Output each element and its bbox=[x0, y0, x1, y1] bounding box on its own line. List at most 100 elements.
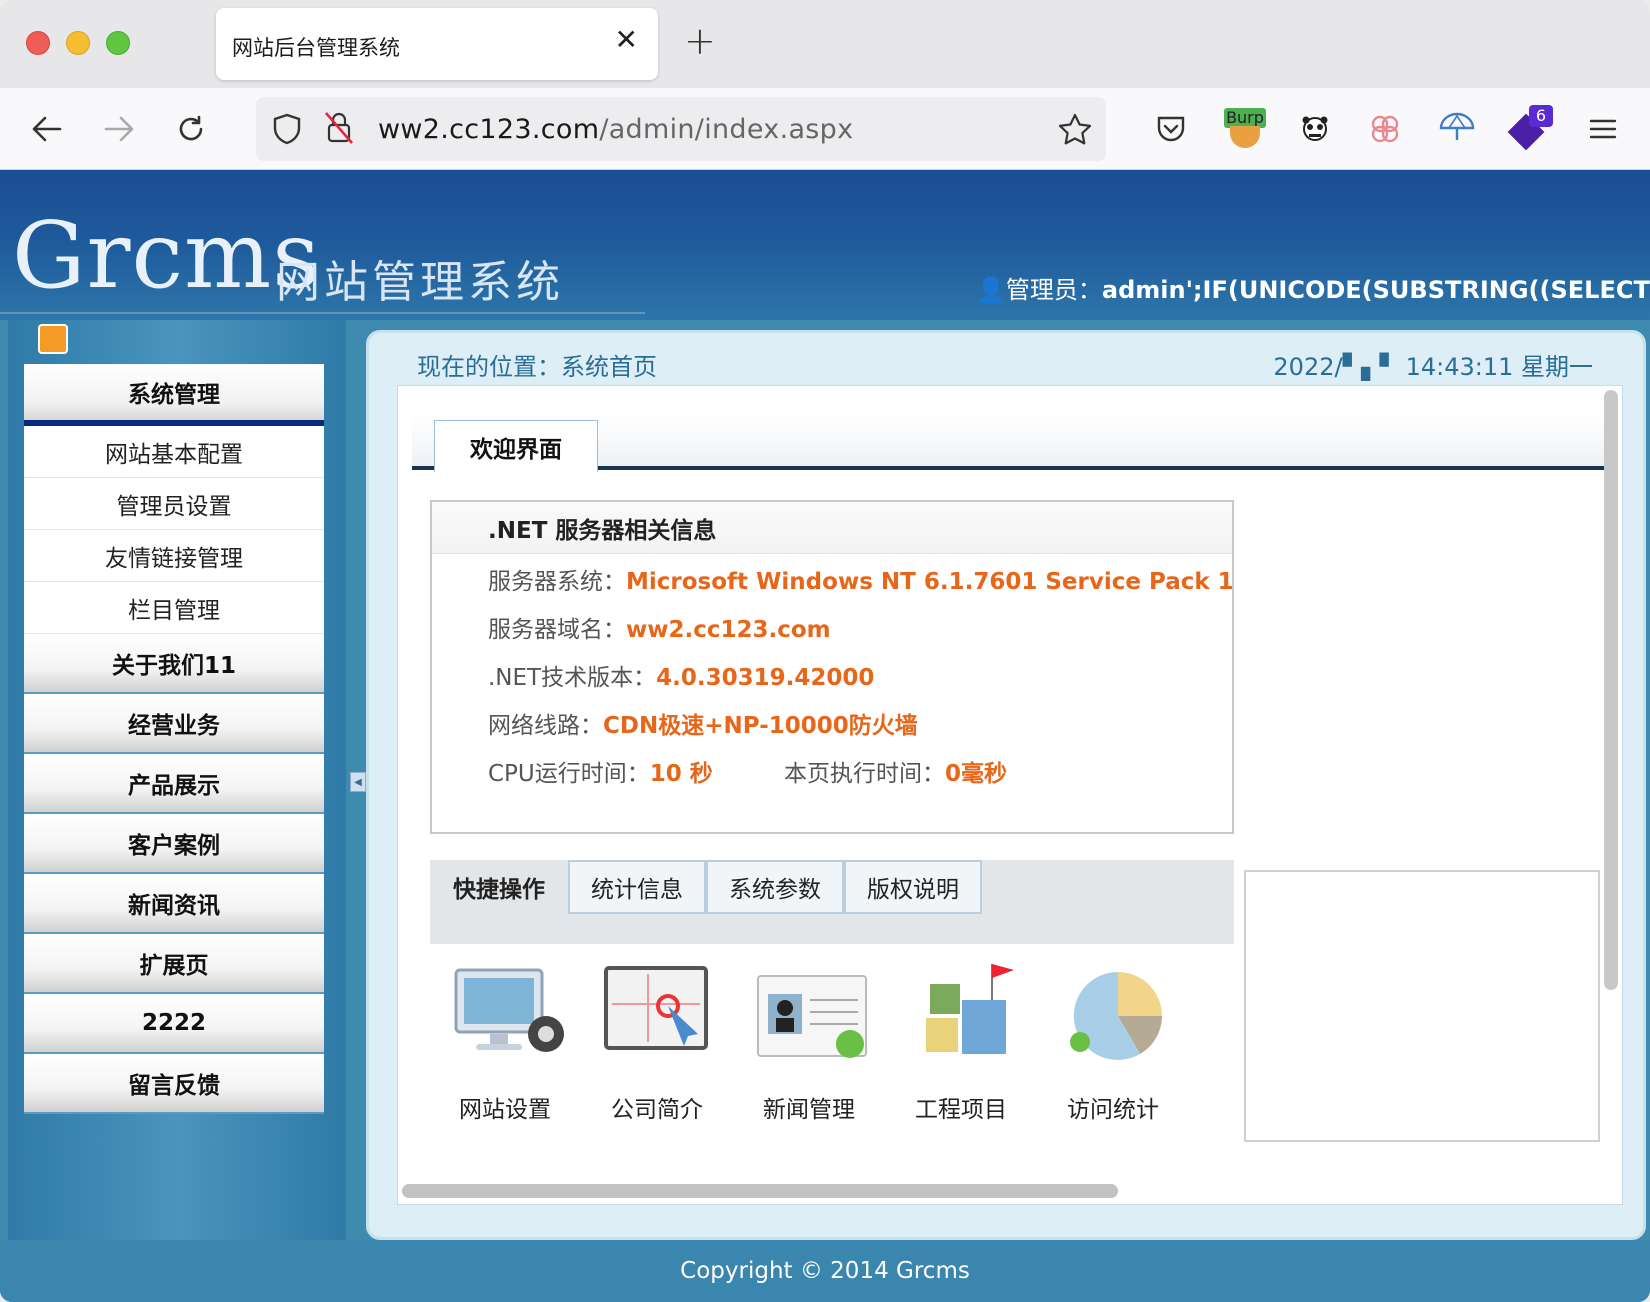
collapse-sidebar-icon[interactable]: ◀ bbox=[350, 772, 366, 792]
breadcrumb: 现在的位置：系统首页 bbox=[417, 353, 657, 381]
menu-item-news[interactable]: 新闻资讯 bbox=[24, 874, 324, 934]
quick-site-settings[interactable]: 网站设置 bbox=[430, 944, 580, 1154]
burp-label: Burp bbox=[1224, 108, 1266, 128]
quick-company-intro-label: 公司简介 bbox=[611, 1097, 703, 1123]
maximize-window-button[interactable] bbox=[106, 31, 130, 55]
back-arrow-icon bbox=[32, 116, 62, 142]
burp-icon-body bbox=[1230, 126, 1260, 148]
quick-visit-stats[interactable]: 访问统计 bbox=[1038, 944, 1188, 1154]
menu-subitem-columns[interactable]: 栏目管理 bbox=[24, 582, 324, 634]
menu-item-cases[interactable]: 客户案例 bbox=[24, 814, 324, 874]
sidebar-menu: 系统管理 网站基本配置 管理员设置 友情链接管理 栏目管理 关于我们11 经营业… bbox=[24, 364, 324, 1114]
quick-news-manage[interactable]: 新闻管理 bbox=[734, 944, 884, 1154]
pie-chart-icon bbox=[1070, 971, 1162, 1060]
menu-item-feedback[interactable]: 留言反馈 bbox=[24, 1054, 324, 1114]
main-panel: 现在的位置：系统首页 2022/▘▖▘ 14:43:11 星期一 欢迎界面 .N… bbox=[366, 330, 1646, 1240]
line-value: CDN极速+NP-10000防火墙 bbox=[603, 713, 918, 739]
side-info-box bbox=[1244, 870, 1600, 1142]
menu-item-business[interactable]: 经营业务 bbox=[24, 694, 324, 754]
net-label: .NET技术版本： bbox=[488, 665, 657, 691]
exec-value: 0毫秒 bbox=[945, 761, 1008, 787]
extension-badge: 6 bbox=[1529, 105, 1553, 127]
diamond-icon: 6 bbox=[1507, 105, 1553, 151]
new-tab-button[interactable]: + bbox=[684, 22, 716, 60]
contact-card-icon bbox=[757, 975, 867, 1058]
horizontal-scrollbar[interactable] bbox=[402, 1184, 1118, 1198]
menu-item-extension[interactable]: 扩展页 bbox=[24, 934, 324, 994]
tab-quick-ops[interactable]: 快捷操作 bbox=[430, 860, 568, 914]
umbrella-icon bbox=[1439, 112, 1475, 140]
quick-company-intro[interactable]: 公司简介 bbox=[582, 944, 732, 1154]
address-bar[interactable]: ww2.cc123.com/admin/index.aspx bbox=[256, 97, 1106, 161]
window-cursor-icon bbox=[604, 966, 708, 1050]
flower-extension-button[interactable] bbox=[1362, 106, 1408, 152]
exec-label: 本页执行时间： bbox=[784, 761, 945, 787]
insecure-lock-icon[interactable] bbox=[324, 111, 354, 145]
vertical-scrollbar[interactable] bbox=[1604, 390, 1618, 990]
server-info-title: .NET 服务器相关信息 bbox=[432, 502, 1232, 554]
sidebar: 系统管理 网站基本配置 管理员设置 友情链接管理 栏目管理 关于我们11 经营业… bbox=[8, 320, 346, 1240]
burp-icon: Burp bbox=[1224, 108, 1266, 150]
logo-subtitle: 网站管理系统 bbox=[276, 257, 564, 308]
admin-label: 管理员： bbox=[1005, 276, 1102, 304]
vpn-extension-button[interactable] bbox=[1434, 106, 1480, 152]
menu-item-products[interactable]: 产品展示 bbox=[24, 754, 324, 814]
cpu-value: 10 秒 bbox=[649, 761, 713, 787]
cpu-label: CPU运行时间： bbox=[488, 761, 650, 787]
info-row-cpu: CPU运行时间：10 秒 bbox=[488, 754, 713, 788]
quick-tabs: 快捷操作 统计信息 系统参数 版权说明 bbox=[430, 860, 1234, 944]
tab-system-params[interactable]: 系统参数 bbox=[706, 860, 844, 914]
abc-blocks-icon bbox=[926, 964, 1014, 1054]
back-button[interactable] bbox=[24, 106, 70, 152]
quick-visit-stats-label: 访问统计 bbox=[1067, 1097, 1159, 1123]
quick-icons: 网站设置 公司简介 新闻管理 工程项目 访问统计 bbox=[430, 944, 1234, 1154]
domain-value: ww2.cc123.com bbox=[626, 617, 831, 643]
quick-projects-label: 工程项目 bbox=[915, 1097, 1007, 1123]
os-value: Microsoft Windows NT 6.1.7601 Service Pa… bbox=[626, 569, 1234, 595]
menu-item-2222[interactable]: 2222 bbox=[24, 994, 324, 1054]
burp-extension-button[interactable]: Burp bbox=[1222, 106, 1268, 152]
panda-icon bbox=[1302, 116, 1328, 141]
tab-statistics[interactable]: 统计信息 bbox=[568, 860, 706, 914]
quick-site-settings-label: 网站设置 bbox=[459, 1097, 551, 1123]
pocket-button[interactable] bbox=[1148, 106, 1194, 152]
menu-head-system[interactable]: 系统管理 bbox=[24, 364, 324, 426]
minimize-window-button[interactable] bbox=[66, 31, 90, 55]
info-row-exec-time: 本页执行时间：0毫秒 bbox=[784, 754, 1007, 788]
menu-button[interactable] bbox=[1580, 106, 1626, 152]
browser-tab[interactable]: 网站后台管理系统 ✕ bbox=[216, 8, 658, 80]
shield-icon[interactable] bbox=[272, 113, 302, 145]
rss-icon[interactable] bbox=[38, 324, 68, 354]
info-row-network: 网络线路：CDN极速+NP-10000防火墙 bbox=[488, 706, 918, 740]
forward-arrow-icon bbox=[104, 116, 134, 142]
menu-item-about[interactable]: 关于我们11 bbox=[24, 634, 324, 694]
forward-button[interactable] bbox=[96, 106, 142, 152]
site-header: Grcms 网站管理系统 👤管理员：admin';IF(UNICODE(SUBS… bbox=[0, 170, 1650, 320]
tab-bar: 网站后台管理系统 ✕ + bbox=[0, 0, 1650, 88]
pocket-icon bbox=[1157, 116, 1185, 142]
monitor-gear-icon bbox=[454, 968, 564, 1052]
menu-subitem-site-config[interactable]: 网站基本配置 bbox=[24, 426, 324, 478]
os-label: 服务器系统： bbox=[488, 569, 626, 595]
logo-divider bbox=[0, 312, 645, 314]
close-window-button[interactable] bbox=[26, 31, 50, 55]
close-tab-icon[interactable]: ✕ bbox=[615, 26, 638, 54]
browser-window: 网站后台管理系统 ✕ + ww2.cc123.com/admin/index.a… bbox=[0, 0, 1650, 1302]
url-host: ww2.cc123.com bbox=[378, 114, 600, 145]
tab-welcome[interactable]: 欢迎界面 bbox=[434, 420, 598, 472]
content-frame: 欢迎界面 .NET 服务器相关信息 服务器系统：Microsoft Window… bbox=[397, 385, 1623, 1205]
menu-subitem-admin-settings[interactable]: 管理员设置 bbox=[24, 478, 324, 530]
domain-label: 服务器域名： bbox=[488, 617, 626, 643]
tab-copyright[interactable]: 版权说明 bbox=[844, 860, 982, 914]
menu-subitem-links[interactable]: 友情链接管理 bbox=[24, 530, 324, 582]
current-datetime: 2022/▘▖▘ 14:43:11 星期一 bbox=[1273, 353, 1593, 381]
logo-text: Grcms bbox=[12, 202, 321, 309]
bookmark-star-icon[interactable] bbox=[1058, 113, 1092, 145]
tab-title: 网站后台管理系统 bbox=[232, 36, 400, 60]
quick-projects[interactable]: 工程项目 bbox=[886, 944, 1036, 1154]
url-text[interactable]: ww2.cc123.com/admin/index.aspx bbox=[378, 114, 853, 145]
panda-extension-button[interactable] bbox=[1292, 106, 1338, 152]
reload-button[interactable] bbox=[168, 106, 214, 152]
diamond-extension-button[interactable]: 6 bbox=[1506, 105, 1553, 152]
admin-info: 👤管理员：admin';IF(UNICODE(SUBSTRING((SELECT bbox=[976, 270, 1650, 305]
